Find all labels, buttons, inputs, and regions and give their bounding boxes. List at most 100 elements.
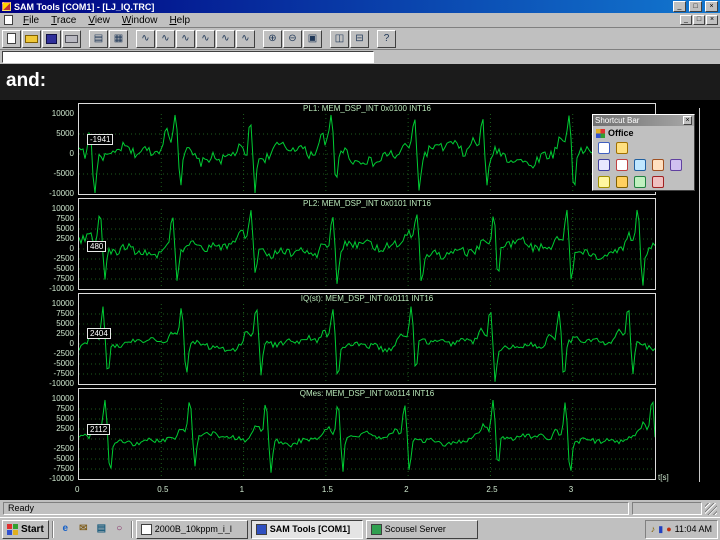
menu-view[interactable]: View	[82, 15, 116, 26]
channels-button[interactable]: ○	[111, 521, 128, 538]
new-button[interactable]	[2, 29, 21, 48]
start-button[interactable]: Start	[2, 519, 49, 539]
help-button[interactable]: ?	[377, 29, 396, 48]
tile-windows-button[interactable]: ⊟	[350, 29, 369, 48]
task-button-3[interactable]: Scousel Server	[365, 519, 478, 539]
statusbar: Ready	[0, 500, 720, 517]
trace-panel-4: QMes: MEM_DSP_INT 0x0114 INT16 2112	[78, 388, 656, 480]
trace-4-button[interactable]: ∿	[196, 29, 215, 48]
open-button[interactable]	[22, 29, 41, 48]
shortcut-row	[593, 156, 694, 173]
shortcut-row	[593, 173, 694, 190]
trace-3-button[interactable]: ∿	[176, 29, 195, 48]
y-tick-label: -2500	[53, 254, 74, 263]
print-button[interactable]	[62, 29, 81, 48]
trace-config-button[interactable]: ▦	[109, 29, 128, 48]
x-tick-label: 2	[404, 485, 409, 494]
cascade-windows-button[interactable]: ◫	[330, 29, 349, 48]
waveform-plot-4[interactable]: 2112	[78, 399, 656, 479]
zoom-reset-icon: ▣	[307, 32, 318, 44]
new-icon	[7, 33, 16, 44]
y-tick-label: 7500	[56, 404, 74, 413]
close-button[interactable]: ×	[705, 1, 718, 12]
system-tray: ♪ ▮ ● 11:04 AM	[644, 519, 718, 539]
channels-icon: ○	[116, 523, 123, 534]
y-tick-label: -7500	[53, 369, 74, 378]
new-contact-icon	[652, 158, 664, 171]
trace-2-button[interactable]: ∿	[156, 29, 175, 48]
trace-3-icon: ∿	[181, 32, 190, 44]
new-contact-button[interactable]	[650, 157, 666, 172]
zoom-reset-button[interactable]: ▣	[303, 29, 322, 48]
child-restore-button[interactable]: □	[693, 15, 705, 25]
maximize-button[interactable]: □	[689, 1, 702, 12]
waveform-plot-1[interactable]: -1941	[78, 114, 656, 194]
outlook-express-button[interactable]: ✉	[75, 521, 92, 538]
new-journal-button[interactable]	[668, 157, 684, 172]
y-tick-label: -10000	[49, 189, 74, 198]
task-icon	[255, 523, 267, 535]
scheduler-icon[interactable]: ●	[666, 524, 671, 534]
minimize-button[interactable]: _	[673, 1, 686, 12]
y-tick-label: 10000	[51, 299, 74, 308]
modem-icon[interactable]: ▮	[658, 524, 663, 534]
menu-trace[interactable]: Trace	[45, 15, 82, 26]
start-label: Start	[21, 523, 44, 535]
menu-window[interactable]: Window	[116, 15, 164, 26]
show-desktop-icon: ▤	[96, 523, 107, 534]
open-office-document-button[interactable]	[614, 140, 630, 155]
menu-file[interactable]: File	[17, 15, 45, 26]
outlook-button[interactable]	[614, 174, 630, 189]
save-button[interactable]	[42, 29, 61, 48]
trace-6-icon: ∿	[241, 32, 250, 44]
office-help-icon	[652, 175, 664, 188]
menu-help[interactable]: Help	[163, 15, 196, 26]
task-label: Scousel Server	[384, 524, 446, 534]
waveform-plot-2[interactable]: 480	[78, 209, 656, 289]
office-help-button[interactable]	[650, 174, 666, 189]
new-message-button[interactable]	[596, 157, 612, 172]
trace-setup-button[interactable]: ▤	[89, 29, 108, 48]
child-minimize-button[interactable]: _	[680, 15, 692, 25]
size-grip[interactable]	[705, 502, 717, 515]
y-tick-label: -7500	[53, 274, 74, 283]
tray-icons: ♪ ▮ ●	[651, 524, 672, 534]
new-task-icon	[634, 158, 646, 171]
toolbar: ▤ ▦ ∿ ∿ ∿ ∿ ∿ ∿ ⊕ ⊖ ▣ ◫ ⊟?	[0, 28, 720, 50]
task-button-1[interactable]: 2000B_10kppm_i_l	[135, 519, 248, 539]
trace-6-button[interactable]: ∿	[236, 29, 255, 48]
caption-band: and:	[0, 64, 720, 100]
new-note-button[interactable]	[596, 174, 612, 189]
office-shortcut-bar: Shortcut Bar × Office	[592, 114, 695, 191]
shortcut-bar-titlebar[interactable]: Shortcut Bar ×	[593, 115, 694, 126]
zoom-out-button[interactable]: ⊖	[283, 29, 302, 48]
taskbar-divider-2	[130, 520, 133, 538]
zoom-out-icon: ⊖	[288, 32, 297, 44]
trace-panel-1: PL1: MEM_DSP_INT 0x0100 INT16 -1941	[78, 103, 656, 195]
new-office-document-button[interactable]	[596, 140, 612, 155]
toolbar-separator	[370, 30, 376, 48]
trace-5-button[interactable]: ∿	[216, 29, 235, 48]
volume-icon[interactable]: ♪	[651, 524, 656, 534]
child-close-button[interactable]: ×	[706, 15, 718, 25]
zoom-in-button[interactable]: ⊕	[263, 29, 282, 48]
input-row	[0, 50, 720, 64]
new-task-button[interactable]	[632, 157, 648, 172]
show-desktop-button[interactable]: ▤	[93, 521, 110, 538]
new-journal-icon	[670, 158, 682, 171]
new-office-document-icon	[598, 141, 610, 154]
internet-explorer-button[interactable]: e	[57, 521, 74, 538]
trace-panel-2: PL2: MEM_DSP_INT 0x0101 INT16 480	[78, 198, 656, 290]
x-tick-label: 1	[239, 485, 245, 494]
getting-results-button[interactable]	[632, 174, 648, 189]
new-note-icon	[598, 175, 610, 188]
new-appointment-button[interactable]	[614, 157, 630, 172]
waveform-plot-3[interactable]: 2404	[78, 304, 656, 384]
trace-file-input[interactable]	[2, 51, 374, 63]
shortcut-bar-close-button[interactable]: ×	[683, 116, 692, 125]
office-section-header[interactable]: Office	[593, 126, 694, 139]
task-button-2[interactable]: SAM Tools [COM1]	[250, 519, 363, 539]
trace-1-button[interactable]: ∿	[136, 29, 155, 48]
shortcut-grid	[593, 139, 694, 190]
save-icon	[46, 33, 57, 44]
